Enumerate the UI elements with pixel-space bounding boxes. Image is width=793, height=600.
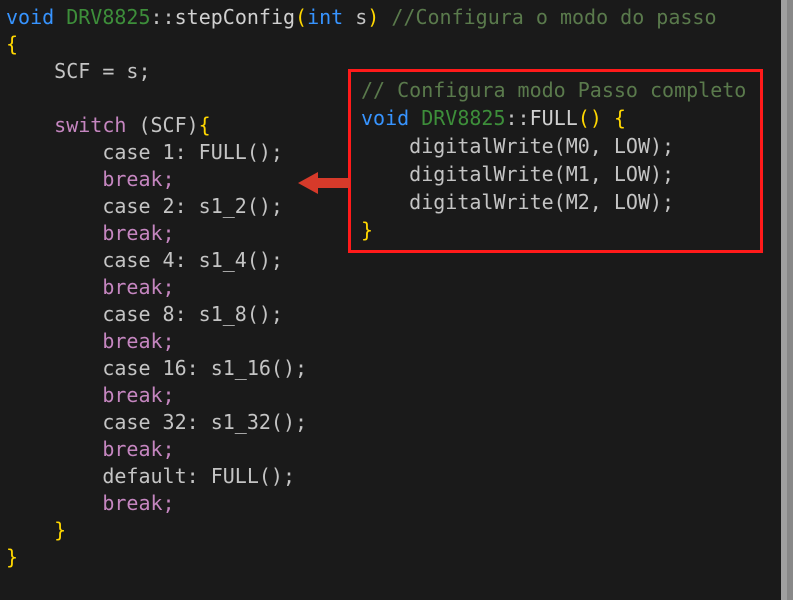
switch-var: (SCF)	[126, 113, 198, 137]
keyword-break: break;	[102, 383, 174, 407]
keyword-switch: switch	[54, 113, 126, 137]
brace-open: {	[614, 106, 626, 130]
callout-code-block: // Configura modo Passo completo void DR…	[361, 76, 750, 244]
function-name: FULL	[530, 106, 578, 130]
callout-box: // Configura modo Passo completo void DR…	[348, 69, 763, 253]
code-editor: void DRV8825::stepConfig(int s) //Config…	[0, 0, 787, 600]
brace-close: }	[6, 545, 18, 569]
function-name: stepConfig	[175, 5, 295, 29]
keyword-break: break;	[102, 491, 174, 515]
brace-open: {	[6, 32, 18, 56]
case-8: case 8: s1_8();	[102, 302, 283, 326]
case-1: case 1: FULL();	[102, 140, 283, 164]
keyword-void: void	[361, 106, 409, 130]
classname: DRV8825	[421, 106, 505, 130]
line-comment: //Configura o modo do passo	[391, 5, 716, 29]
keyword-break: break;	[102, 275, 174, 299]
case-2: case 2: s1_2();	[102, 194, 283, 218]
keyword-break: break;	[102, 329, 174, 353]
case-16: case 16: s1_16();	[102, 356, 307, 380]
brace-close: }	[361, 218, 373, 242]
callout-line-3: digitalWrite(M2, LOW);	[409, 190, 674, 214]
assignment-stmt: SCF = s;	[54, 59, 150, 83]
keyword-break: break;	[102, 167, 174, 191]
case-32: case 32: s1_32();	[102, 410, 307, 434]
keyword-int: int	[307, 5, 343, 29]
paren-open: (	[295, 5, 307, 29]
callout-comment: // Configura modo Passo completo	[361, 78, 746, 102]
brace-close: }	[54, 518, 66, 542]
keyword-break: break;	[102, 437, 174, 461]
callout-line-1: digitalWrite(M0, LOW);	[409, 134, 674, 158]
callout-line-2: digitalWrite(M1, LOW);	[409, 162, 674, 186]
case-default: default: FULL();	[102, 464, 295, 488]
paren-close: )	[590, 106, 602, 130]
classname: DRV8825	[66, 5, 150, 29]
case-4: case 4: s1_4();	[102, 248, 283, 272]
paren-close: )	[367, 5, 379, 29]
keyword-break: break;	[102, 221, 174, 245]
paren-open: (	[578, 106, 590, 130]
keyword-void: void	[6, 5, 54, 29]
arg-name: s	[355, 5, 367, 29]
brace-open: {	[199, 113, 211, 137]
